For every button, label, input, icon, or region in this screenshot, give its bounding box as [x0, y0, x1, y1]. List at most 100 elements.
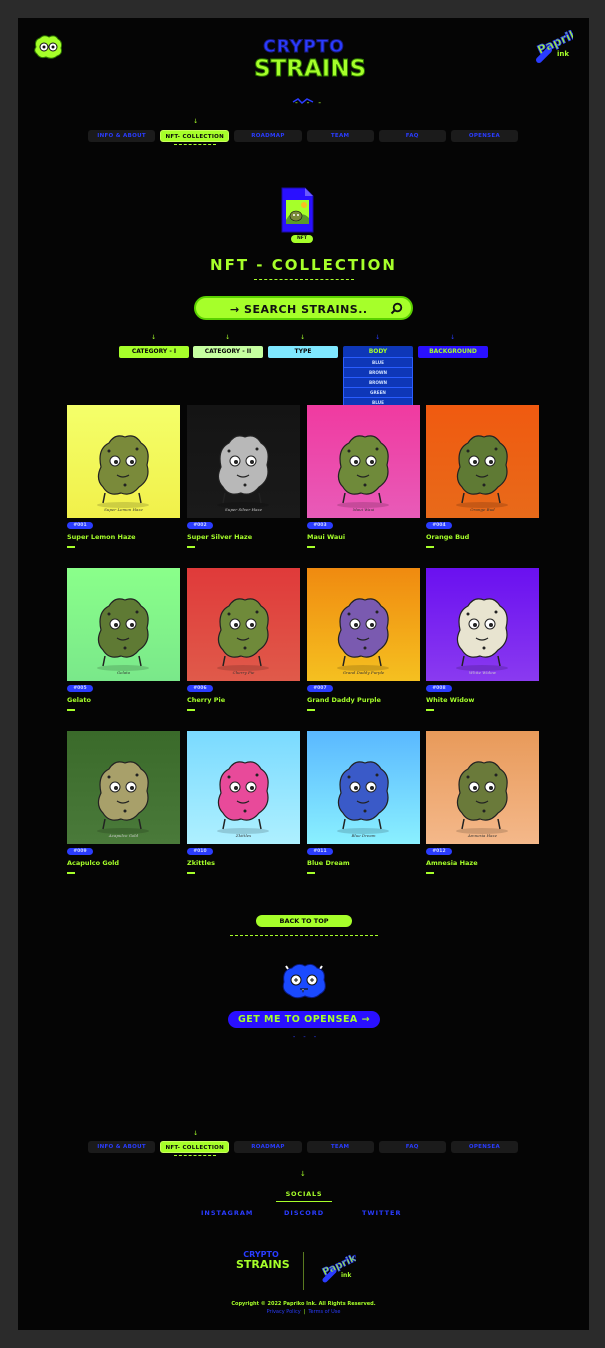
- nft-card[interactable]: Cherry Pie #006 Cherry Pie: [187, 568, 300, 718]
- logo-line2: STRAINS: [254, 56, 367, 83]
- body-option[interactable]: BLUE: [344, 358, 412, 368]
- search-strains-input[interactable]: → SEARCH STRAINS..: [194, 296, 413, 320]
- nft-card[interactable]: Grand Daddy Purple #007 Grand Daddy Purple: [307, 568, 420, 718]
- nft-dash: [187, 872, 195, 874]
- footer-nav-tab-roadmap[interactable]: ROADMAP: [234, 1141, 302, 1153]
- nft-artwork[interactable]: Amnesia Haze: [426, 731, 539, 844]
- nft-artwork[interactable]: Super Silver Haze: [187, 405, 300, 518]
- nft-name[interactable]: Orange Bud: [426, 533, 469, 541]
- nft-name[interactable]: Cherry Pie: [187, 696, 225, 704]
- nft-name[interactable]: Gelato: [67, 696, 91, 704]
- back-to-top-button[interactable]: BACK TO TOP: [256, 915, 352, 927]
- nft-caption: Cherry Pie: [232, 670, 255, 675]
- nft-artwork[interactable]: Acapulco Gold: [67, 731, 180, 844]
- nft-artwork[interactable]: Gelato: [67, 568, 180, 681]
- nft-card[interactable]: Amnesia Haze #012 Amnesia Haze: [426, 731, 539, 881]
- footer-divider: [303, 1252, 304, 1290]
- nft-name[interactable]: Grand Daddy Purple: [307, 696, 381, 704]
- filter-type[interactable]: TYPE: [268, 346, 338, 358]
- footer-nav-tab-opensea[interactable]: OPENSEA: [450, 1141, 519, 1153]
- footer-nav-tab-faq[interactable]: FAQ: [378, 1141, 446, 1153]
- nft-artwork[interactable]: White Widow: [426, 568, 539, 681]
- nav-tab-opensea[interactable]: OPENSEA: [450, 130, 519, 142]
- nft-tag: NFT: [291, 235, 313, 243]
- filter-arrow-icon: ↓: [450, 334, 456, 341]
- filter-category-ii[interactable]: CATEGORY - II: [193, 346, 263, 358]
- filter-arrow-icon: ↓: [225, 334, 231, 341]
- strain-character-icon: [456, 761, 508, 834]
- nav-tab-team[interactable]: TEAM: [306, 130, 374, 142]
- nft-card[interactable]: Maui Waui #003 Maui Waui: [307, 405, 420, 555]
- nft-caption: Blue Dream: [351, 833, 376, 838]
- body-option[interactable]: GREEN: [344, 388, 412, 398]
- nft-name[interactable]: Amnesia Haze: [426, 859, 478, 867]
- nft-name[interactable]: Zkittles: [187, 859, 215, 867]
- nft-id-badge: #001: [67, 522, 93, 529]
- nft-artwork[interactable]: Grand Daddy Purple: [307, 568, 420, 681]
- nft-name[interactable]: Super Silver Haze: [187, 533, 252, 541]
- nft-card[interactable]: Super Silver Haze #002 Super Silver Haze: [187, 405, 300, 555]
- nft-card[interactable]: Super Lemon Haze #001 Super Lemon Haze: [67, 405, 180, 555]
- nft-name[interactable]: White Widow: [426, 696, 474, 704]
- nft-name[interactable]: Maui Waui: [307, 533, 345, 541]
- strain-character-icon: [217, 761, 269, 834]
- nft-card[interactable]: White Widow #008 White Widow: [426, 568, 539, 718]
- filter-category-i[interactable]: CATEGORY - I: [119, 346, 189, 358]
- nft-dash: [67, 546, 75, 548]
- nav-tab-nft-collection[interactable]: NFT- COLLECTION: [160, 130, 230, 142]
- page: CRYPTO STRAINS - - - Papriko ink ↓ INFO …: [18, 18, 589, 1330]
- logo-line1: CRYPTO: [263, 37, 345, 57]
- nft-artwork[interactable]: Super Lemon Haze: [67, 405, 180, 518]
- section-title: NFT - COLLECTION: [210, 256, 397, 274]
- nft-caption: Zkittles: [235, 833, 252, 838]
- nft-image-file-icon: [281, 187, 314, 233]
- nft-card[interactable]: Blue Dream #011 Blue Dream: [307, 731, 420, 881]
- nft-dash: [307, 546, 315, 548]
- footer-nav-tab-team[interactable]: TEAM: [306, 1141, 374, 1153]
- search-icon[interactable]: [390, 302, 403, 315]
- body-option[interactable]: BROWN: [344, 368, 412, 378]
- nft-card[interactable]: Gelato #005 Gelato: [67, 568, 180, 718]
- strain-character-icon: [337, 435, 389, 508]
- nft-artwork[interactable]: Blue Dream: [307, 731, 420, 844]
- papriko-ink-logo[interactable]: Papriko ink: [533, 30, 573, 68]
- strain-character-icon: [456, 598, 508, 671]
- nft-caption: Maui Waui: [352, 507, 375, 512]
- strain-character-icon: [337, 598, 389, 671]
- footer-papriko-ink-logo[interactable]: Papriko ink: [320, 1254, 356, 1286]
- privacy-policy-link[interactable]: Privacy Policy: [267, 1309, 301, 1315]
- nav-tab-faq[interactable]: FAQ: [378, 130, 446, 142]
- nft-card[interactable]: Acapulco Gold #009 Acapulco Gold: [67, 731, 180, 881]
- terms-of-use-link[interactable]: Terms of Use: [308, 1309, 340, 1315]
- nft-dash: [187, 709, 195, 711]
- twitter-link[interactable]: TWITTER: [362, 1209, 401, 1217]
- nav-tab-roadmap[interactable]: ROADMAP: [234, 130, 302, 142]
- top-nav: INFO & ABOUT NFT- COLLECTION ROADMAP TEAM FA…: [88, 130, 519, 142]
- svg-text:ink: ink: [557, 50, 569, 58]
- body-option[interactable]: BROWN: [344, 378, 412, 388]
- back-to-top-rule: [230, 932, 378, 936]
- nav-tab-info-about[interactable]: INFO & ABOUT: [88, 130, 156, 142]
- footer-nav-tab-nft-collection[interactable]: NFT- COLLECTION: [160, 1141, 230, 1153]
- nft-name[interactable]: Acapulco Gold: [67, 859, 119, 867]
- get-me-to-opensea-button[interactable]: GET ME TO OPENSEA →: [228, 1011, 380, 1028]
- footer-nav-tab-info-about[interactable]: INFO & ABOUT: [88, 1141, 156, 1153]
- filter-background[interactable]: BACKGROUND: [418, 346, 488, 358]
- opensea-dashes: - - -: [292, 1033, 319, 1041]
- footer-crypto-strains-logo[interactable]: CRYPTO STRAINS: [236, 1250, 290, 1286]
- crypto-strains-mascot-icon[interactable]: [32, 34, 64, 60]
- nft-card[interactable]: Orange Bud #004 Orange Bud: [426, 405, 539, 555]
- nft-name[interactable]: Blue Dream: [307, 859, 350, 867]
- nft-id-badge: #012: [426, 848, 452, 855]
- nft-artwork[interactable]: Maui Waui: [307, 405, 420, 518]
- nft-artwork[interactable]: Orange Bud: [426, 405, 539, 518]
- svg-text:ink: ink: [341, 1272, 352, 1279]
- nft-artwork[interactable]: Cherry Pie: [187, 568, 300, 681]
- nft-name[interactable]: Super Lemon Haze: [67, 533, 136, 541]
- filter-arrow-icon: ↓: [151, 334, 157, 341]
- discord-link[interactable]: DISCORD: [284, 1209, 324, 1217]
- nft-card[interactable]: Zkittles #010 Zkittles: [187, 731, 300, 881]
- footer-nav: INFO & ABOUT NFT- COLLECTION ROADMAP TEAM FA…: [88, 1141, 519, 1153]
- nft-artwork[interactable]: Zkittles: [187, 731, 300, 844]
- instagram-link[interactable]: INSTAGRAM: [201, 1209, 253, 1217]
